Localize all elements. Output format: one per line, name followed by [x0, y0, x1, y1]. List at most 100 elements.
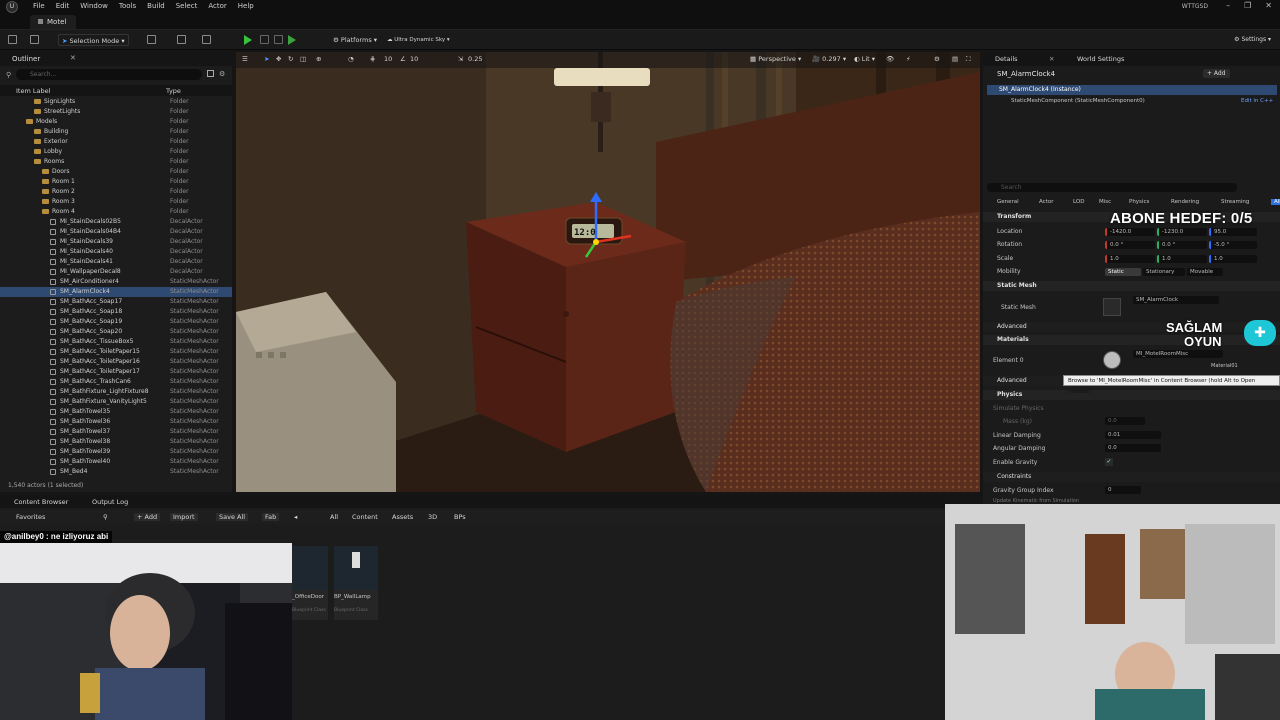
- lit-dropdown[interactable]: ◐ Lit ▾: [854, 55, 875, 63]
- outliner-row[interactable]: SM_BathAcc_TrashCan6 StaticMeshActor: [0, 377, 232, 387]
- filter-tab-general[interactable]: General: [997, 199, 1019, 205]
- outliner-row[interactable]: Room 4 Folder: [0, 207, 232, 217]
- location-label[interactable]: Location: [997, 228, 1022, 235]
- location-z[interactable]: 95.0: [1209, 228, 1257, 236]
- favorites-toggle[interactable]: Favorites: [16, 513, 45, 521]
- outliner-row[interactable]: StreetLights Folder: [0, 107, 232, 117]
- rotation-label[interactable]: Rotation: [997, 241, 1022, 248]
- close-tab-icon[interactable]: ✕: [70, 54, 76, 62]
- outliner-row[interactable]: SM_BathAcc_Soap19 StaticMeshActor: [0, 317, 232, 327]
- menu-tools[interactable]: Tools: [119, 2, 136, 10]
- search-icon[interactable]: ⚲: [103, 513, 108, 521]
- outliner-row[interactable]: Room 3 Folder: [0, 197, 232, 207]
- folder-icon[interactable]: [30, 35, 39, 44]
- outliner-row[interactable]: Building Folder: [0, 127, 232, 137]
- menu-actor[interactable]: Actor: [208, 2, 226, 10]
- filter-tab-lod[interactable]: LOD: [1073, 199, 1084, 205]
- filter-tab-rendering[interactable]: Rendering: [1171, 199, 1199, 205]
- location-x[interactable]: -1420.0: [1105, 228, 1155, 236]
- outliner-row[interactable]: SM_BathAcc_Soap18 StaticMeshActor: [0, 307, 232, 317]
- enable-gravity-checkbox[interactable]: ✓: [1105, 458, 1113, 466]
- add-actor-icon[interactable]: [147, 35, 156, 44]
- edit-cpp-link[interactable]: Edit in C++: [1241, 98, 1273, 104]
- menu-edit[interactable]: Edit: [56, 2, 70, 10]
- pause-icon[interactable]: [260, 35, 269, 44]
- path-bps[interactable]: BPs: [454, 513, 466, 521]
- component-row[interactable]: StaticMeshComponent (StaticMeshComponent…: [1011, 98, 1145, 104]
- menu-help[interactable]: Help: [238, 2, 254, 10]
- rot-snap-value[interactable]: 10: [410, 55, 418, 63]
- filter-tab-streaming[interactable]: Streaming: [1221, 199, 1249, 205]
- selection-mode-dropdown[interactable]: ➤ Selection Mode ▾: [58, 34, 129, 46]
- outliner-row[interactable]: SM_BathTowel35 StaticMeshActor: [0, 407, 232, 417]
- outliner-row[interactable]: Doors Folder: [0, 167, 232, 177]
- path-3d[interactable]: 3D: [428, 513, 437, 521]
- section-physics[interactable]: Physics: [983, 390, 1280, 400]
- play-icon[interactable]: [244, 35, 252, 45]
- filter-icon[interactable]: ⚲: [6, 71, 11, 79]
- asset-tile[interactable]: BP_WallLamp Blueprint Class: [334, 546, 378, 620]
- tab-world-settings[interactable]: World Settings: [1077, 55, 1124, 63]
- menu-build[interactable]: Build: [147, 2, 165, 10]
- tab-content-browser[interactable]: Content Browser: [14, 498, 68, 506]
- menu-file[interactable]: File: [33, 2, 45, 10]
- instance-row[interactable]: SM_AlarmClock4 (Instance): [987, 85, 1277, 95]
- outliner-row[interactable]: Rooms Folder: [0, 157, 232, 167]
- outliner-row[interactable]: SM_BathAcc_Soap17 StaticMeshActor: [0, 297, 232, 307]
- fab-button[interactable]: Fab: [262, 513, 280, 521]
- outliner-row[interactable]: Exterior Folder: [0, 137, 232, 147]
- outliner-row[interactable]: Models Folder: [0, 117, 232, 127]
- maximize-icon[interactable]: ❐: [1244, 1, 1251, 10]
- skip-icon[interactable]: [288, 35, 296, 45]
- location-y[interactable]: -1230.0: [1157, 228, 1207, 236]
- mobility-movable[interactable]: Movable: [1187, 268, 1223, 276]
- outliner-row[interactable]: SM_BathAcc_ToiletPaper15 StaticMeshActor: [0, 347, 232, 357]
- world-space-icon[interactable]: ⊕: [316, 55, 321, 63]
- outliner-row[interactable]: Room 1 Folder: [0, 177, 232, 187]
- outliner-row[interactable]: SM_BathAcc_ToiletPaper16 StaticMeshActor: [0, 357, 232, 367]
- cinematics-icon[interactable]: [202, 35, 211, 44]
- save-all-button[interactable]: Save All: [216, 513, 249, 521]
- section-static-mesh[interactable]: Static Mesh: [983, 281, 1280, 291]
- outliner-row[interactable]: SM_AirConditioner4 StaticMeshActor: [0, 277, 232, 287]
- menu-window[interactable]: Window: [80, 2, 108, 10]
- hamburger-icon[interactable]: ☰: [242, 55, 248, 63]
- outliner-row[interactable]: SM_BathAcc_Soap20 StaticMeshActor: [0, 327, 232, 337]
- mobility-static[interactable]: Static: [1105, 268, 1141, 276]
- rotation-z[interactable]: -5.0 °: [1209, 241, 1257, 249]
- rotate-tool-icon[interactable]: ↻: [288, 55, 293, 63]
- actor-name-field[interactable]: SM_AlarmClock4: [997, 70, 1055, 78]
- outliner-row[interactable]: MI_StainDecals04B4 DecalActor: [0, 227, 232, 237]
- move-tool-icon[interactable]: ✥: [276, 55, 281, 63]
- column-type[interactable]: Type: [166, 87, 181, 95]
- static-mesh-dropdown[interactable]: SM_AlarmClock: [1133, 296, 1219, 304]
- maximize-viewport-icon[interactable]: ⛶: [966, 55, 971, 64]
- path-assets[interactable]: Assets: [392, 513, 413, 521]
- outliner-row[interactable]: SM_BathTowel37 StaticMeshActor: [0, 427, 232, 437]
- scale-snap-value[interactable]: 0.25: [468, 55, 482, 63]
- perspective-dropdown[interactable]: ▦ Perspective ▾: [750, 55, 801, 63]
- linear-damping-field[interactable]: 0.01: [1105, 431, 1161, 439]
- show-icon[interactable]: 👁: [886, 55, 894, 63]
- stop-icon[interactable]: [274, 35, 283, 44]
- close-details-icon[interactable]: ✕: [1049, 55, 1054, 63]
- filter-tab-physics[interactable]: Physics: [1129, 199, 1149, 205]
- minimize-icon[interactable]: –: [1226, 1, 1230, 10]
- surface-snap-icon[interactable]: ◔: [348, 55, 354, 63]
- history-back-icon[interactable]: ◂: [294, 513, 297, 521]
- path-content[interactable]: Content: [352, 513, 378, 521]
- add-button[interactable]: + Add: [134, 513, 161, 521]
- tab-output-log[interactable]: Output Log: [92, 498, 128, 506]
- gravity-group-field[interactable]: 0: [1105, 486, 1141, 494]
- outliner-row[interactable]: MI_StainDecals39 DecalActor: [0, 237, 232, 247]
- outliner-row[interactable]: MI_StainDecals40 DecalActor: [0, 247, 232, 257]
- settings-button[interactable]: ⚙ Settings ▾: [1231, 34, 1274, 46]
- camera-speed[interactable]: 🎥 0.297 ▾: [812, 55, 846, 63]
- outliner-row[interactable]: SM_BathFixture_VanityLight5 StaticMeshAct…: [0, 397, 232, 407]
- save-icon[interactable]: [8, 35, 17, 44]
- outliner-row[interactable]: MI_StainDecals02B5 DecalActor: [0, 217, 232, 227]
- viewport-settings-icon[interactable]: ⚙: [934, 55, 940, 63]
- rot-snap-icon[interactable]: ∠: [400, 55, 406, 63]
- realtime-icon[interactable]: ⚡: [906, 55, 911, 63]
- scale-x[interactable]: 1.0: [1105, 255, 1155, 263]
